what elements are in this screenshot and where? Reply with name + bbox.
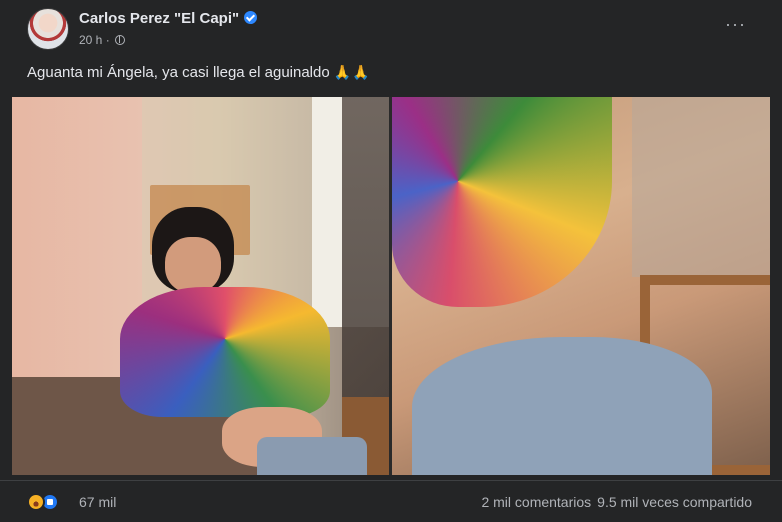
photo-jeans-shape [412,337,712,475]
meta-separator: · [105,33,110,47]
reaction-count[interactable]: 67 mil [79,494,116,510]
photo-embroidered-top-shape [120,287,330,417]
post-media[interactable] [12,97,770,475]
photo-left[interactable] [12,97,389,475]
more-options-button[interactable]: ··· [725,14,746,35]
photo-face-shape [165,237,221,293]
post-header: Carlos Perez "El Capi" 20 h · ··· [0,0,782,60]
engagement-stats: 2 mil comentarios 9.5 mil veces compartid… [475,494,752,510]
caption-emoji: 🙏🙏 [333,64,371,80]
author-name-row: Carlos Perez "El Capi" [79,10,258,27]
post-footer: 67 mil 2 mil comentarios 9.5 mil veces co… [0,480,782,522]
photo-wall-shape [632,97,770,277]
caption-text: Aguanta mi Ángela, ya casi llega el agui… [27,64,330,81]
verified-badge-icon [244,11,258,24]
photo-embroidered-top-shape [392,97,612,307]
author-avatar[interactable] [27,8,69,50]
haha-reaction-icon [27,493,45,511]
photo-jeans-shape [257,437,367,475]
author-name[interactable]: Carlos Perez "El Capi" [79,10,239,27]
comments-count[interactable]: 2 mil comentarios [481,494,591,510]
post-caption: Aguanta mi Ángela, ya casi llega el agui… [27,64,371,81]
post-meta: 20 h · [79,33,126,47]
shares-count[interactable]: 9.5 mil veces compartido [597,494,752,510]
facebook-post: Carlos Perez "El Capi" 20 h · ··· Aguant… [0,0,782,521]
globe-icon [115,35,126,45]
post-time[interactable]: 20 h [79,33,102,47]
photo-right[interactable] [392,97,770,475]
